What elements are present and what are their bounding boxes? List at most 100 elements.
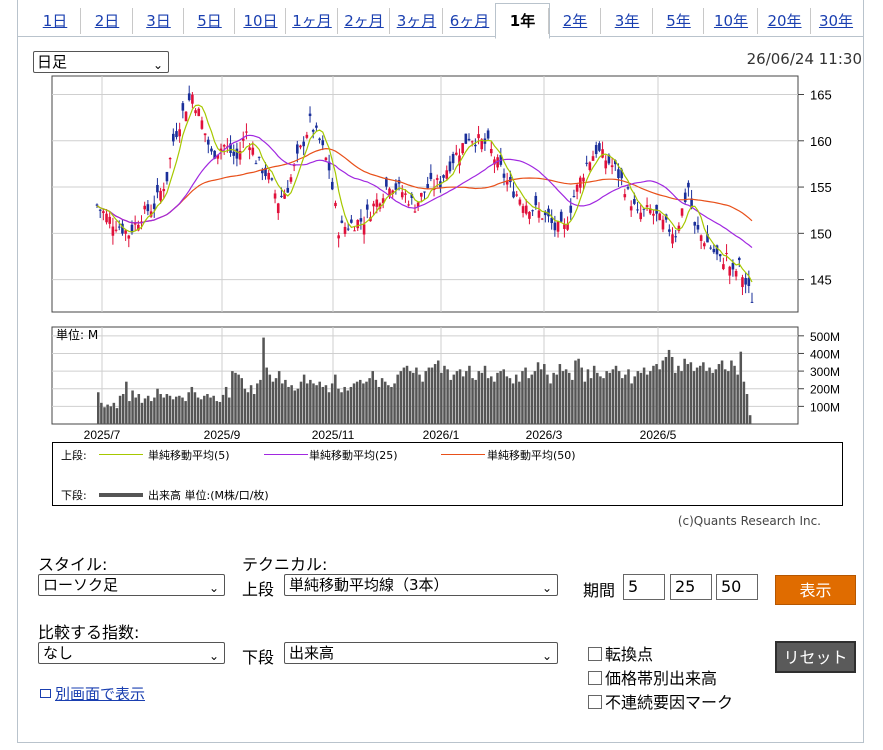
candle-body	[639, 212, 643, 220]
candle-body	[518, 199, 522, 205]
volume-tick-label: 100M	[810, 400, 840, 414]
candle-body	[636, 209, 639, 211]
volume-bar	[518, 381, 521, 424]
open-in-new-window-link[interactable]: 別画面で表示	[40, 683, 145, 704]
volume-bar	[739, 351, 743, 424]
volume-bar	[546, 374, 549, 424]
upper-technical-select[interactable]: 単純移動平均線（3本） ⌄	[284, 574, 558, 596]
candle-body	[353, 230, 356, 232]
volume-bar	[143, 398, 147, 424]
candle-body	[629, 206, 633, 211]
upper-technical-value: 単純移動平均線（3本）	[289, 576, 449, 594]
volume-bar	[627, 369, 630, 424]
candle-body	[248, 147, 251, 151]
volume-bar	[146, 395, 150, 424]
candle-body	[633, 199, 636, 204]
volume-bar	[121, 394, 125, 424]
lower-technical-select[interactable]: 出来高 ⌄	[284, 642, 558, 664]
candle-body	[334, 202, 337, 207]
candle-body	[117, 226, 121, 228]
volume-bar	[468, 365, 471, 424]
legend-volume-line	[99, 493, 143, 497]
period-input-2[interactable]: 25	[670, 574, 712, 600]
candle-body	[470, 141, 474, 143]
period-input-3[interactable]: 50	[716, 574, 758, 600]
volume-bar	[365, 381, 368, 424]
volume-bar	[209, 397, 212, 424]
candle-body	[486, 130, 490, 139]
style-value: ローソク足	[43, 576, 119, 594]
volume-bar	[667, 349, 671, 424]
volume-bar	[452, 374, 456, 424]
candle-body	[321, 140, 325, 146]
show-button[interactable]: 表示	[775, 575, 856, 605]
style-select[interactable]: ローソク足 ⌄	[38, 574, 225, 596]
candle-body	[464, 133, 468, 144]
candle-body	[445, 170, 449, 179]
volume-bar	[377, 386, 381, 424]
volume-bar	[617, 371, 621, 424]
candle-body	[95, 204, 99, 206]
candle-body	[610, 165, 614, 168]
candle-body	[375, 199, 379, 207]
index-select[interactable]: なし ⌄	[38, 642, 225, 664]
volume-bar	[246, 392, 250, 424]
volume-bar	[187, 392, 190, 424]
candle-body	[365, 204, 369, 210]
volume-by-price-checkbox[interactable]: 価格帯別出来高	[588, 665, 717, 689]
volume-bar	[477, 371, 481, 424]
volume-bar	[605, 371, 608, 424]
volume-bar	[649, 371, 652, 424]
volume-bar	[711, 372, 714, 424]
volume-bar	[199, 399, 203, 424]
candle-body	[572, 196, 576, 198]
volume-bar	[723, 369, 727, 424]
candle-body	[356, 219, 360, 229]
candle-body	[423, 191, 426, 193]
volume-bar	[234, 372, 237, 424]
volume-bar	[539, 369, 543, 424]
candle-body	[668, 229, 671, 232]
candle-body	[712, 249, 716, 253]
open-link-label: 別画面で表示	[55, 685, 146, 703]
volume-bar	[156, 388, 159, 424]
candle-body	[143, 205, 146, 210]
turning-point-checkbox[interactable]: 転換点	[588, 641, 653, 665]
volume-bar	[249, 385, 253, 424]
volume-bar	[371, 371, 374, 424]
candle-body	[187, 93, 191, 101]
volume-bar	[689, 362, 693, 424]
checkbox-box[interactable]	[588, 695, 602, 709]
checkbox-box[interactable]	[588, 647, 602, 661]
candle-body	[585, 162, 588, 164]
checkbox-box[interactable]	[588, 671, 602, 685]
volume-bar	[480, 372, 484, 424]
discontinuity-mark-checkbox[interactable]: 不連続要因マーク	[588, 689, 733, 713]
legend-lower-label: 下段:	[61, 489, 87, 502]
volume-bar	[508, 378, 512, 424]
volume-bar	[530, 374, 534, 424]
candle-body	[474, 144, 477, 147]
volume-bar	[134, 397, 137, 424]
candle-body	[362, 224, 366, 235]
volume-bar	[193, 392, 197, 424]
candle-body	[534, 195, 538, 206]
volume-bar	[171, 399, 175, 424]
candle-body	[467, 138, 471, 141]
volume-bar	[533, 371, 537, 424]
candle-body	[200, 120, 204, 129]
price-tick-label: 155	[810, 180, 832, 195]
volume-bar	[458, 369, 462, 424]
volume-bar	[415, 367, 418, 424]
volume-bar	[396, 374, 399, 424]
volume-bar	[252, 394, 256, 424]
lower-label: 下段	[242, 648, 275, 667]
candle-body	[251, 147, 255, 155]
reset-button[interactable]: リセット	[775, 641, 856, 673]
candle-body	[146, 204, 150, 212]
candle-body	[127, 235, 131, 239]
volume-bar	[714, 369, 718, 424]
volume-bar	[290, 385, 293, 424]
candle-body	[114, 229, 118, 231]
period-input-1[interactable]: 5	[623, 574, 665, 600]
